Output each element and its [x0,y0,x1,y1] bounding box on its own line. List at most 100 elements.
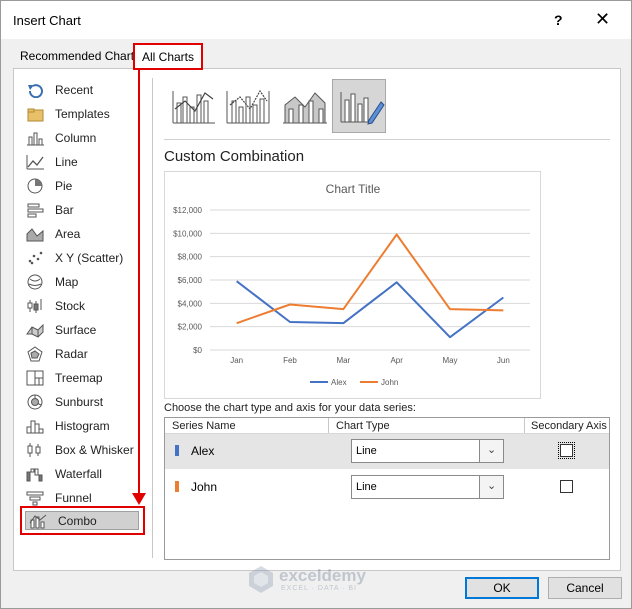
y-tick-label: $8,000 [178,253,203,262]
nav-item-histogram[interactable]: Histogram [25,415,145,437]
combo-stacked-area-column-thumb[interactable] [277,79,331,133]
header-divider [328,418,329,434]
chevron-down-icon[interactable]: ⌄ [479,476,503,498]
cancel-button[interactable]: Cancel [548,577,622,599]
nav-item-x-y-scatter[interactable]: X Y (Scatter) [25,247,145,269]
nav-item-label: Map [55,275,79,289]
dialog-title: Insert Chart [13,13,81,28]
nav-item-stock[interactable]: Stock [25,295,145,317]
nav-item-label: Stock [55,299,86,313]
radar-chart-icon [25,346,45,362]
chart-type-select-alex[interactable]: Line ⌄ [351,439,504,463]
nav-item-line[interactable]: Line [25,151,145,173]
nav-item-label: Funnel [55,491,92,505]
nav-item-selected-highlight: Combo [25,511,139,530]
nav-item-radar[interactable]: Radar [25,343,145,365]
nav-item-label: Radar [55,347,88,361]
chevron-down-icon[interactable]: ⌄ [479,440,503,462]
area-chart-icon [25,226,45,242]
nav-item-label: Treemap [55,371,103,385]
nav-item-label: Recent [55,83,94,97]
nav-item-label: Pie [55,179,73,193]
series-name-alex: Alex [191,444,215,458]
exceldemy-logo-icon [249,566,273,593]
x-tick-label: May [442,356,457,365]
close-button[interactable]: ✕ [595,9,610,30]
custom-combination-thumb[interactable] [332,79,386,133]
header-divider [524,418,525,434]
watermark-tagline: EXCEL · DATA · BI [281,585,357,592]
map-chart-icon [25,274,45,290]
y-tick-label: $0 [193,346,202,355]
nav-item-box-whisker[interactable]: Box & Whisker [25,439,145,461]
legend-label: John [381,378,398,387]
funnel-chart-icon [25,490,45,506]
scatter-chart-icon [25,250,45,266]
legend-label: Alex [331,378,347,387]
secondary-axis-checkbox-john[interactable] [560,480,573,493]
nav-item-combo[interactable]: Combo [20,506,145,535]
nav-item-area[interactable]: Area [25,223,145,245]
nav-item-label: Combo [58,513,97,528]
treemap-chart-icon [25,370,45,386]
insert-chart-dialog: Insert Chart ? ✕ Recommended Charts All … [0,0,632,609]
choose-series-label: Choose the chart type and axis for your … [164,402,416,414]
nav-item-sunburst[interactable]: Sunburst [25,391,145,413]
nav-item-waterfall[interactable]: Waterfall [25,463,145,485]
watermark-name: exceldemy [279,566,366,585]
nav-item-recent[interactable]: Recent [25,79,145,101]
nav-item-templates[interactable]: Templates [25,103,145,125]
tab-all-charts[interactable]: All Charts [133,43,203,70]
column-chart-icon [25,130,45,146]
nav-item-map[interactable]: Map [25,271,145,293]
y-tick-label: $4,000 [178,299,203,308]
secondary-axis-checkbox-alex[interactable] [558,442,575,459]
nav-item-column[interactable]: Column [25,127,145,149]
nav-item-label: Histogram [55,419,110,433]
title-bar: Insert Chart ? ✕ [1,1,631,39]
series-name-john: John [191,480,218,494]
nav-item-label: Area [55,227,81,241]
x-tick-label: Feb [283,356,297,365]
header-secondary-axis: Secondary Axis [531,420,607,432]
nav-item-label: X Y (Scatter) [55,251,124,265]
nav-item-bar[interactable]: Bar [25,199,145,221]
help-button[interactable]: ? [554,12,563,28]
nav-item-pie[interactable]: Pie [25,175,145,197]
surface-chart-icon [25,322,45,338]
nav-item-label: Templates [55,107,110,121]
header-series-name: Series Name [172,420,236,432]
pie-chart-icon [25,178,45,194]
line-chart: Chart Title $12,000 $10,000 $8,000 $6,000 $4,… [173,182,530,387]
header-chart-type: Chart Type [336,420,390,432]
y-tick-label: $12,000 [173,206,202,215]
combo-column-line-secondary-axis-thumb[interactable] [221,79,275,133]
nav-item-label: Bar [55,203,74,217]
nav-item-treemap[interactable]: Treemap [25,367,145,389]
templates-folder-icon [25,106,45,122]
nav-item-label: Sunburst [55,395,104,409]
x-tick-label: Jan [230,356,243,365]
annotation-arrow-head [132,493,146,505]
nav-item-label: Column [55,131,97,145]
tab-recommended-charts[interactable]: Recommended Charts [14,45,146,69]
x-tick-label: Jun [497,356,510,365]
exceldemy-watermark: exceldemy EXCEL · DATA · BI [246,561,396,597]
nav-item-surface[interactable]: Surface [25,319,145,341]
ok-button[interactable]: OK [465,577,539,599]
series-line-john [236,233,504,325]
combo-clustered-column-line-thumb[interactable] [167,79,221,133]
y-tick-label: $10,000 [173,229,202,238]
nav-divider [152,78,153,558]
chart-type-select-john[interactable]: Line ⌄ [351,475,504,499]
y-tick-label: $6,000 [178,276,203,285]
waterfall-chart-icon [25,466,45,482]
y-tick-label: $2,000 [178,323,203,332]
thumbs-divider [164,139,610,140]
line-chart-icon [25,154,45,170]
chart-type-value: Line [356,445,377,457]
sunburst-chart-icon [25,394,45,410]
box-whisker-chart-icon [25,442,45,458]
series-color-swatch [175,445,179,456]
recent-icon [25,82,45,98]
